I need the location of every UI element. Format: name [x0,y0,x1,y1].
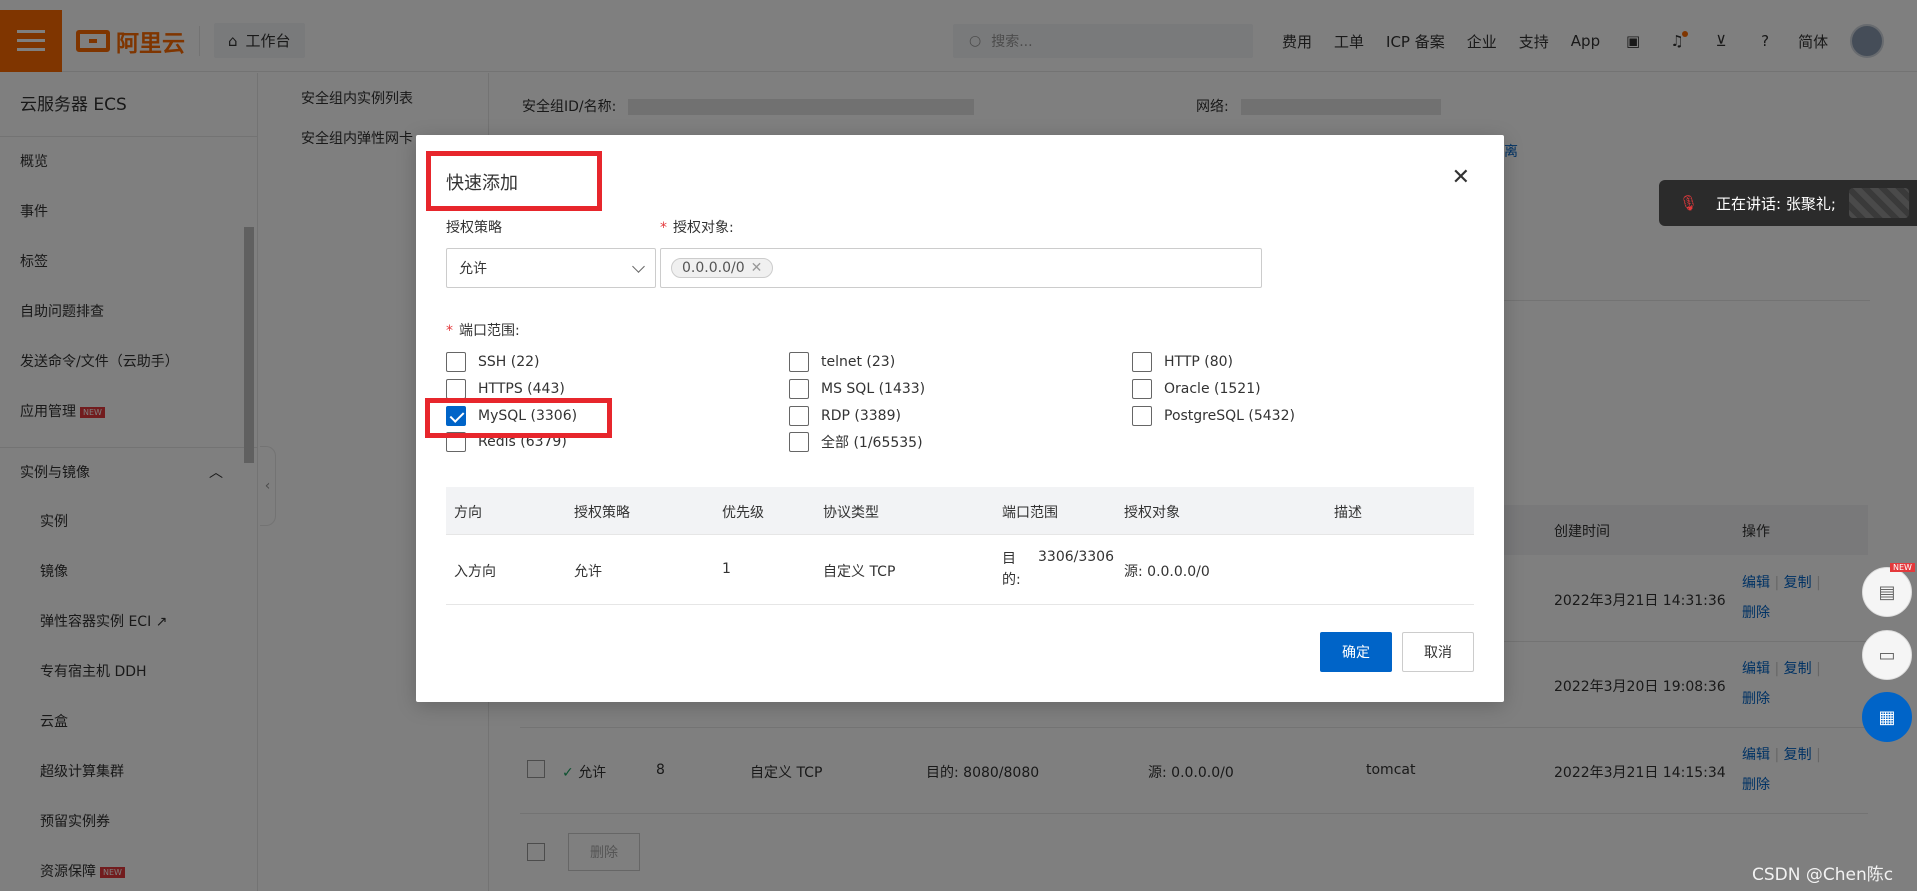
policy-select-value: 允许 [459,261,487,277]
confirm-button[interactable]: 确定 [1320,632,1392,672]
cancel-button[interactable]: 取消 [1402,632,1474,672]
docs-fab-button[interactable]: ▤ [1862,567,1912,617]
target-tag-text: 0.0.0.0/0 [682,260,745,276]
port-value-cell: 3306/3306 [1038,549,1114,565]
col-target: 授权对象 [1124,505,1180,521]
chat-fab-button[interactable]: ▭ [1862,630,1912,680]
required-star: * [446,323,453,339]
checkbox[interactable] [446,352,466,372]
new-badge: NEW [1890,563,1915,572]
target-label: * 授权对象: [660,217,734,237]
port-label: MS SQL (1433) [821,381,926,397]
port-range-label-text: 端口范围: [459,323,520,339]
chat-icon: ▭ [1878,644,1896,666]
port-checkbox-http[interactable]: HTTP (80) [1132,352,1233,372]
mic-muted-icon: 🎙 [1679,194,1699,212]
quick-add-dialog: 快速添加 ✕ 授权策略 * 授权对象: 允许 0.0.0.0/0 ✕ * 端口范围: … [416,135,1504,702]
book-icon: ▤ [1878,581,1896,603]
policy-select[interactable]: 允许 [446,248,656,288]
col-desc: 描述 [1334,505,1362,521]
col-priority: 优先级 [722,505,764,521]
highlight-box-mysql [425,398,612,438]
checkbox[interactable] [789,352,809,372]
port-label: PostgreSQL (5432) [1164,408,1295,424]
checkbox[interactable] [789,406,809,426]
port-label: 全部 (1/65535) [821,435,923,451]
direction-cell: 入方向 [454,564,496,580]
table-row: 入方向 允许 1 自定义 TCP 目的: 3306/3306 源: 0.0.0.… [446,535,1474,605]
checkbox[interactable] [1132,379,1152,399]
port-range-label: * 端口范围: [446,320,520,340]
checkbox[interactable] [1132,352,1152,372]
port-checkbox-mssql[interactable]: MS SQL (1433) [789,379,925,399]
highlight-box-title [426,151,602,211]
preview-table: 方向 授权策略 优先级 协议类型 端口范围 授权对象 描述 入方向 允许 1 自… [446,487,1474,605]
target-tag-input[interactable]: 0.0.0.0/0 ✕ [660,248,1262,288]
policy-label: 授权策略 [446,220,502,236]
target-tag: 0.0.0.0/0 ✕ [671,258,774,278]
port-checkbox-all[interactable]: 全部 (1/65535) [789,432,923,452]
close-icon[interactable]: ✕ [1452,165,1470,190]
grid-icon: ▦ [1878,706,1896,728]
port-label: Oracle (1521) [1164,381,1261,397]
speaking-indicator: 🎙 正在讲话: 张聚礼; [1659,180,1917,226]
preview-table-header: 方向 授权策略 优先级 协议类型 端口范围 授权对象 描述 [446,487,1474,535]
target-label-text: 授权对象: [673,220,734,236]
checkbox[interactable] [789,432,809,452]
checkbox[interactable] [1132,406,1152,426]
chevron-down-icon [632,259,645,273]
checkbox[interactable] [789,379,809,399]
port-checkbox-ssh[interactable]: SSH (22) [446,352,540,372]
watermark: CSDN @Chen陈c [1752,865,1894,885]
port-checkbox-postgresql[interactable]: PostgreSQL (5432) [1132,406,1295,426]
source-cell: 源: 0.0.0.0/0 [1124,564,1210,580]
port-checkbox-oracle[interactable]: Oracle (1521) [1132,379,1261,399]
port-checkbox-https[interactable]: HTTPS (443) [446,379,565,399]
protocol-cell: 自定义 TCP [823,564,896,580]
policy-cell: 允许 [574,564,602,580]
required-star: * [660,220,667,236]
col-direction: 方向 [454,505,482,521]
speaker-avatar [1849,188,1909,218]
col-port: 端口范围 [1002,505,1058,521]
port-checkbox-rdp[interactable]: RDP (3389) [789,406,901,426]
port-prefix-cell: 目的: [1002,551,1021,588]
port-checkbox-telnet[interactable]: telnet (23) [789,352,895,372]
col-policy: 授权策略 [574,505,630,521]
col-protocol: 协议类型 [823,505,879,521]
speaking-text: 正在讲话: 张聚礼; [1716,194,1836,213]
apps-fab-button[interactable]: ▦ [1862,692,1912,742]
port-label: HTTP (80) [1164,354,1234,370]
port-label: SSH (22) [478,354,540,370]
tag-close-icon[interactable]: ✕ [751,260,763,276]
priority-cell: 1 [722,561,731,577]
checkbox[interactable] [446,379,466,399]
port-label: RDP (3389) [821,408,901,424]
port-label: HTTPS (443) [478,381,565,397]
port-label: telnet (23) [821,354,896,370]
